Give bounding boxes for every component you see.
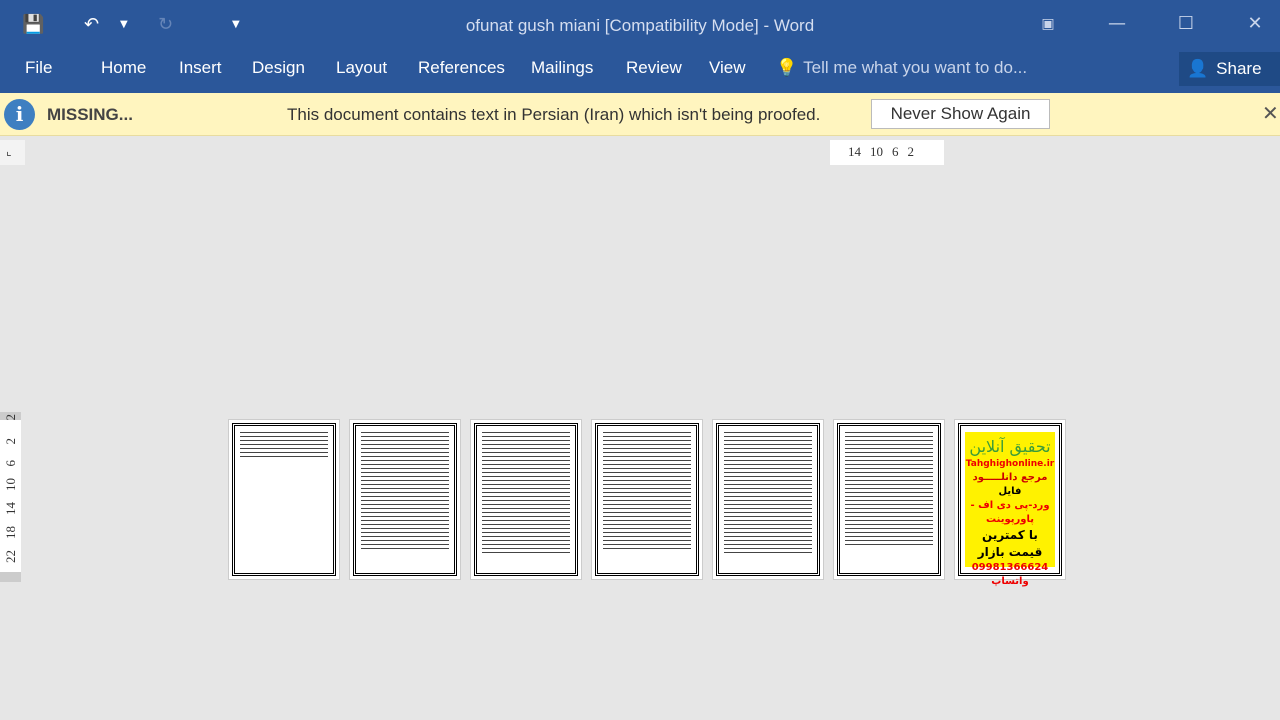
tab-design[interactable]: Design bbox=[252, 58, 305, 78]
tab-mailings[interactable]: Mailings bbox=[531, 58, 593, 78]
ad-line: 09981366624 واتساپ bbox=[971, 561, 1049, 587]
ad-line: فایل bbox=[998, 485, 1022, 497]
page-thumbnail[interactable] bbox=[833, 419, 945, 580]
tab-references[interactable]: References bbox=[418, 58, 505, 78]
page-thumbnail[interactable] bbox=[470, 419, 582, 580]
window-title: ofunat gush miani [Compatibility Mode] -… bbox=[465, 16, 815, 35]
minimize-icon[interactable]: — bbox=[1094, 8, 1140, 40]
share-button[interactable]: 👤 Share bbox=[1179, 52, 1280, 86]
ad-title: تحقیق آنلاین bbox=[969, 437, 1051, 456]
page-thumbnail[interactable] bbox=[712, 419, 824, 580]
tell-me-box[interactable]: 💡 Tell me what you want to do... bbox=[776, 58, 1027, 78]
ruler-tick: 2 bbox=[907, 144, 915, 159]
share-label: Share bbox=[1216, 59, 1262, 78]
ruler-tick: 10 bbox=[3, 478, 18, 491]
tell-me-text: Tell me what you want to do... bbox=[803, 58, 1028, 77]
title-bar: 💾 ↶ ▼ ↻ ▼ ofunat gush miani [Compatibili… bbox=[0, 0, 1280, 48]
ribbon-display-icon[interactable]: ▣ bbox=[1025, 8, 1071, 40]
ruler-tick: 2 bbox=[3, 438, 18, 445]
tab-layout[interactable]: Layout bbox=[336, 58, 387, 78]
ruler-tick: 22 bbox=[3, 550, 18, 563]
ad-line: ورد-پی دی اف - پاورپوینت bbox=[970, 499, 1050, 525]
vertical-ruler[interactable]: 2 2 6 10 14 18 22 bbox=[0, 412, 21, 582]
ruler-tick: 6 bbox=[892, 144, 899, 159]
page-thumbnail[interactable] bbox=[228, 419, 340, 580]
page-thumbnail[interactable] bbox=[591, 419, 703, 580]
tab-view[interactable]: View bbox=[709, 58, 746, 78]
ad-site: Tahghighonline.ir bbox=[965, 459, 1055, 470]
ruler-tick: 14 bbox=[3, 502, 18, 515]
person-icon: 👤 bbox=[1187, 59, 1209, 78]
ruler-tick: 6 bbox=[3, 460, 18, 467]
never-show-again-button[interactable]: Never Show Again bbox=[871, 99, 1050, 129]
tab-home[interactable]: Home bbox=[101, 58, 146, 78]
lightbulb-icon: 💡 bbox=[776, 58, 798, 77]
ruler-tick: 2 bbox=[3, 414, 18, 421]
ad-line: مرجع دانلـــــود bbox=[972, 471, 1048, 483]
ruler-tick: 18 bbox=[3, 526, 18, 539]
message-text: This document contains text in Persian (… bbox=[287, 105, 821, 124]
ruler-tick: 10 bbox=[870, 144, 883, 159]
ad-line: با کمترین قیمت بازار bbox=[977, 527, 1043, 559]
page-thumbnail[interactable]: تحقیق آنلاین Tahghighonline.ir مرجع دانل… bbox=[954, 419, 1066, 587]
tab-file[interactable]: File bbox=[25, 58, 52, 78]
close-icon[interactable]: ✕ bbox=[1262, 101, 1279, 126]
message-label: MISSING... bbox=[47, 105, 133, 124]
maximize-icon[interactable]: ☐ bbox=[1163, 8, 1209, 40]
page-thumbnail[interactable] bbox=[349, 419, 461, 580]
close-window-icon[interactable]: ✕ bbox=[1232, 8, 1278, 40]
horizontal-ruler[interactable]: 14 10 6 2 bbox=[830, 140, 944, 165]
advertisement: تحقیق آنلاین Tahghighonline.ir مرجع دانل… bbox=[965, 432, 1055, 587]
message-bar: i MISSING... This document contains text… bbox=[0, 93, 1280, 136]
tab-review[interactable]: Review bbox=[626, 58, 682, 78]
ribbon-tabs: File Home Insert Design Layout Reference… bbox=[0, 48, 1280, 93]
info-icon: i bbox=[4, 99, 35, 130]
tab-insert[interactable]: Insert bbox=[179, 58, 222, 78]
tab-selector[interactable]: ⌞ bbox=[0, 140, 25, 165]
ruler-tick: 14 bbox=[848, 144, 861, 159]
